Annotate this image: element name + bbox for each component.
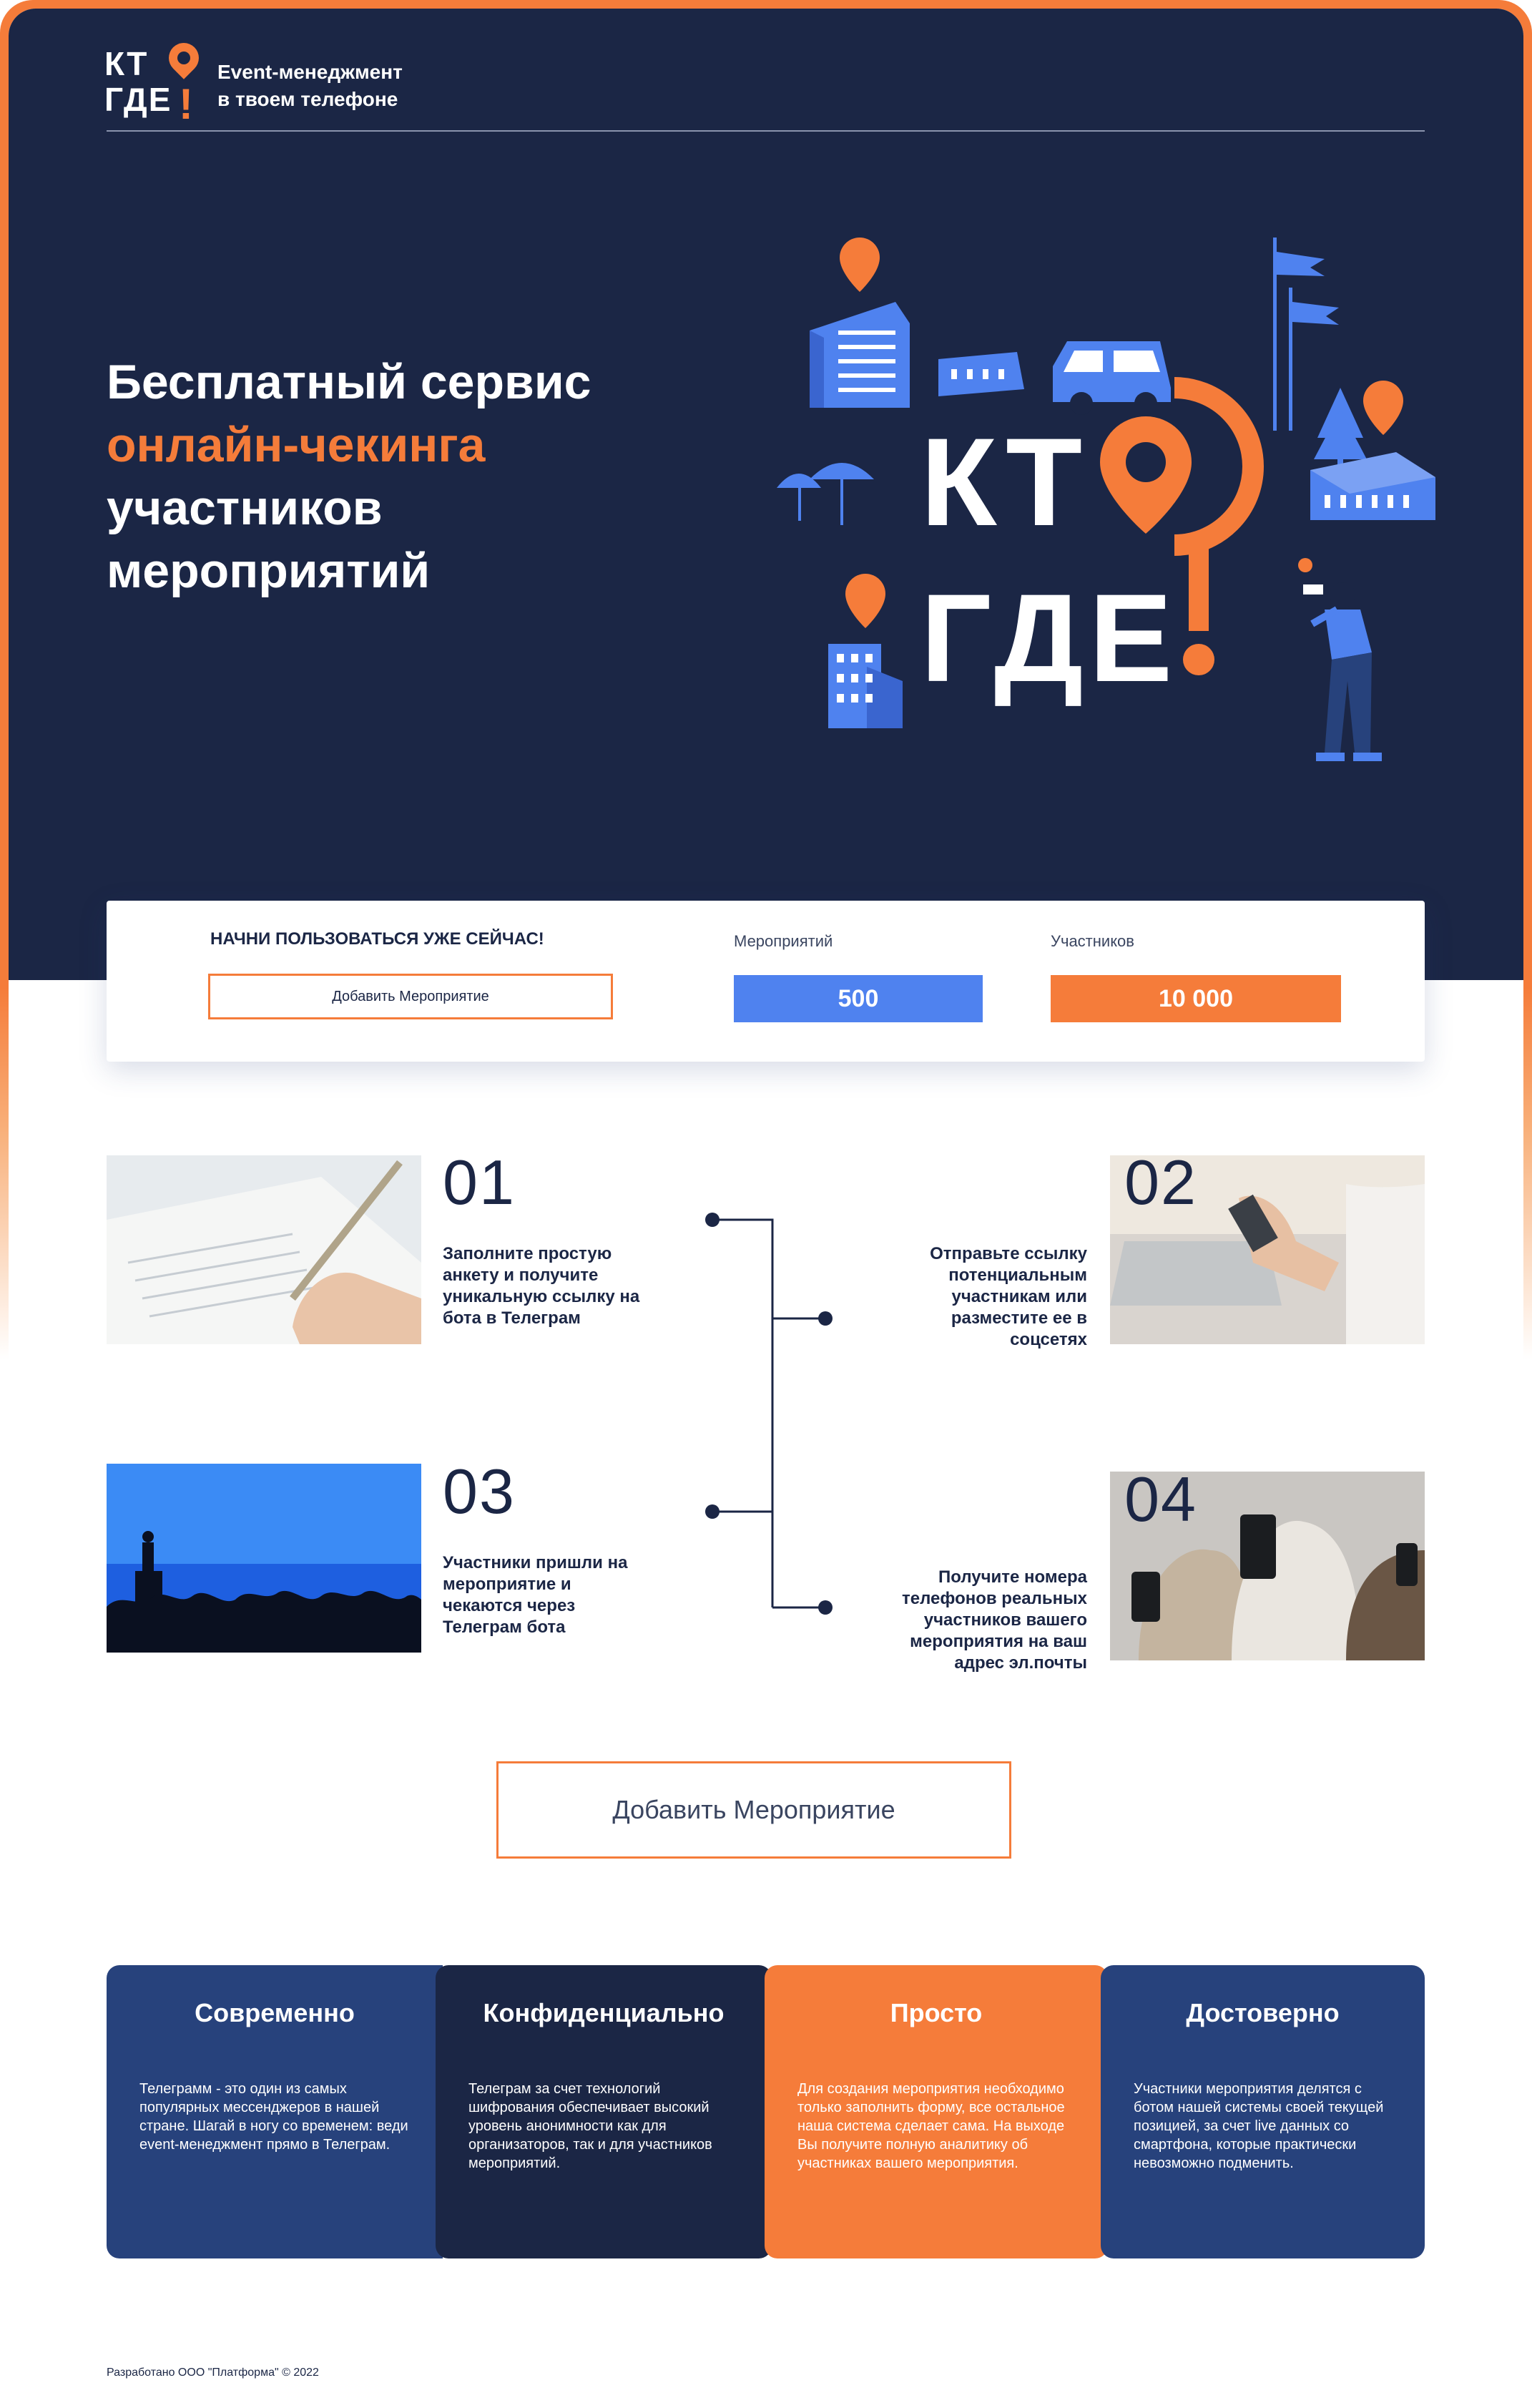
add-event-main-button[interactable]: Добавить Мероприятие [496, 1761, 1011, 1859]
feature-title: Современно [195, 1998, 355, 2027]
feature-text: Для создания мероприятия необходимо толь… [797, 2081, 1065, 2171]
step-1-text: Заполните простую анкету и получите уник… [443, 1244, 640, 1328]
steps-connector [705, 1213, 833, 1615]
location-pin-icon [845, 574, 885, 628]
hero-title-line-1: Бесплатный сервис [107, 355, 591, 409]
illustration-kt-text: КТ [920, 413, 1088, 552]
van-icon [1053, 341, 1171, 415]
feature-card-reliable: Достоверно Участники мероприятия делятся… [1101, 1965, 1425, 2258]
step-2-text: Отправьте ссылку потенциальным участника… [930, 1244, 1087, 1349]
footer-copyright: Разработано ООО "Платформа" © 2022 [107, 2367, 319, 2379]
feature-card-modern: Современно Телеграмм - это один из самых… [107, 1965, 443, 2258]
cta-card: НАЧНИ ПОЛЬЗОВАТЬСЯ УЖЕ СЕЙЧАС! Добавить … [107, 901, 1425, 1062]
step-4-text: Получите номера телефонов реальных участ… [902, 1567, 1087, 1673]
logo-exclamation-mark: ! [179, 80, 193, 128]
step-3-text: Участники пришли на мероприятие и чекают… [443, 1553, 628, 1637]
feature-card-simple: Просто Для создания мероприятия необходи… [765, 1965, 1108, 2258]
feature-card-confidential: Конфиденциально Телеграм за счет техноло… [436, 1965, 772, 2258]
hero-title-accent: онлайн-чекинга [107, 418, 486, 472]
cta-heading: НАЧНИ ПОЛЬЗОВАТЬСЯ УЖЕ СЕЙЧАС! [210, 929, 544, 949]
hero-title-line-4: мероприятий [107, 544, 431, 598]
hero-section: КТ ГДЕ ! Event-менеджмент в твоем телефо… [9, 9, 1523, 980]
add-event-button[interactable]: Добавить Мероприятие [208, 974, 613, 1019]
hero-title-line-3: участников [107, 481, 383, 535]
logo-pin-icon [162, 36, 205, 79]
small-building-icon [938, 352, 1024, 396]
feature-text: Телеграм за счет технологий шифрования о… [468, 2081, 712, 2171]
events-counter: 500 [734, 975, 983, 1022]
step-1-image [107, 1155, 421, 1344]
campus-building-icon [1310, 452, 1435, 520]
location-pin-icon [840, 238, 880, 292]
umbrella-icon [777, 463, 874, 525]
participants-label: Участников [1051, 932, 1134, 950]
feature-title: Просто [890, 1998, 983, 2027]
tagline-line-1: Event-менеджмент [217, 61, 403, 83]
location-pin-icon [1363, 381, 1403, 435]
step-3-image [107, 1464, 421, 1653]
participants-counter: 10 000 [1051, 975, 1341, 1022]
illustration-gde-text: ГДЕ [920, 569, 1178, 708]
hero-illustration: КТ ГДЕ [777, 238, 1435, 761]
header-divider [107, 130, 1425, 132]
step-2-number: 02 [1124, 1147, 1197, 1218]
step-3-number: 03 [443, 1456, 516, 1527]
step-1-number: 01 [443, 1147, 516, 1218]
office-building-icon [810, 302, 910, 408]
events-label: Мероприятий [734, 932, 833, 950]
feature-title: Достоверно [1186, 1998, 1340, 2027]
landing-page: КТ ГДЕ ! Event-менеджмент в твоем телефо… [9, 9, 1523, 2408]
step-4-number: 04 [1124, 1464, 1197, 1535]
tagline: Event-менеджмент в твоем телефоне [217, 59, 403, 113]
logo-text-top: КТ [104, 45, 149, 82]
feature-text: Телеграмм - это один из самых популярных… [139, 2081, 408, 2153]
flags-icon [1273, 238, 1339, 431]
tower-building-icon [828, 644, 903, 728]
logo[interactable]: КТ ГДЕ ! [104, 36, 212, 128]
feature-text: Участники мероприятия делятся с ботом на… [1134, 2081, 1384, 2171]
hero-title: Бесплатный сервис онлайн-чекинга участни… [107, 351, 591, 602]
tagline-line-2: в твоем телефоне [217, 88, 398, 110]
logo-text-bottom: ГДЕ [104, 81, 172, 118]
person-with-phone-illustration [1298, 558, 1382, 761]
feature-title: Конфиденциально [483, 1998, 725, 2027]
